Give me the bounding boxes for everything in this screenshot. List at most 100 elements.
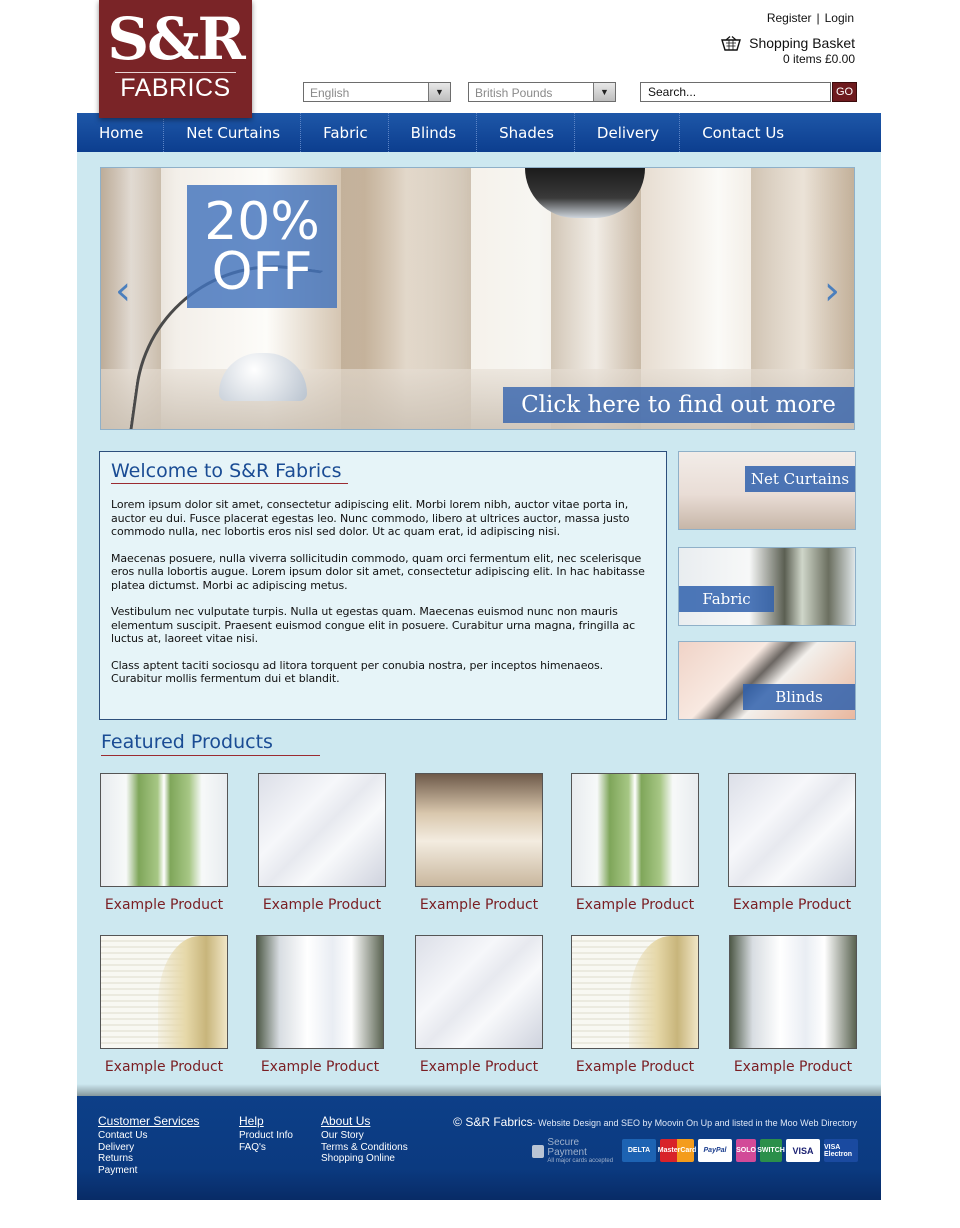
basket-label: Shopping Basket [749, 35, 855, 51]
footer-link[interactable]: FAQ's [239, 1142, 293, 1154]
welcome-paragraph: Maecenas posuere, nulla viverra sollicit… [111, 551, 645, 592]
search-go-button[interactable]: GO [832, 82, 857, 102]
hero-banner[interactable]: 20% OFF ‹ › Click here to find out more [100, 167, 855, 430]
account-links: Register | Login [767, 11, 854, 25]
product-image[interactable] [729, 935, 857, 1049]
product-image[interactable] [415, 773, 543, 887]
product-card[interactable]: Example Product [94, 935, 234, 1075]
footer-link[interactable]: Delivery [98, 1142, 199, 1154]
category-label: Blinds [743, 684, 855, 710]
product-image[interactable] [571, 773, 699, 887]
footer-link[interactable]: Contact Us [98, 1130, 199, 1142]
product-image[interactable] [258, 773, 386, 887]
visa-electron-icon: VISA Electron [824, 1139, 858, 1162]
nav-net-curtains[interactable]: Net Curtains [164, 113, 302, 152]
product-name[interactable]: Example Product [409, 897, 549, 913]
footer-link[interactable]: Our Story [321, 1130, 408, 1142]
currency-value: British Pounds [475, 86, 553, 100]
language-select[interactable]: English ▼ [303, 82, 451, 102]
product-image[interactable] [100, 935, 228, 1049]
footer-link[interactable]: Terms & Conditions [321, 1142, 408, 1154]
language-value: English [310, 86, 350, 100]
product-name[interactable]: Example Product [409, 1059, 549, 1075]
footer-link[interactable]: Payment [98, 1165, 199, 1177]
nav-contact-us[interactable]: Contact Us [680, 113, 804, 152]
search-input[interactable] [640, 82, 831, 102]
solo-card-icon: SOLO [736, 1139, 756, 1162]
welcome-title: Welcome to S&R Fabrics [111, 460, 348, 484]
category-fabric[interactable]: Fabric [678, 547, 856, 626]
nav-shades[interactable]: Shades [477, 113, 575, 152]
chevron-down-icon[interactable]: ▼ [593, 83, 615, 101]
product-card[interactable]: Example Product [250, 935, 390, 1075]
currency-select[interactable]: British Pounds ▼ [468, 82, 616, 102]
product-card[interactable]: Example Product [409, 773, 549, 913]
copyright: © S&R Fabrics- Website Design and SEO by… [453, 1115, 857, 1129]
payment-cards: DELTA MasterCard PayPal SOLO SWITCH VISA… [622, 1139, 858, 1162]
category-label: Net Curtains [745, 466, 855, 492]
footer-heading[interactable]: Customer Services [98, 1114, 199, 1128]
category-blinds[interactable]: Blinds [678, 641, 856, 720]
shopping-basket[interactable]: Shopping Basket 0 items £0.00 [721, 35, 855, 66]
footer-help: Help Product Info FAQ's [239, 1114, 293, 1153]
product-image[interactable] [728, 773, 856, 887]
footer-link[interactable]: Returns [98, 1153, 199, 1165]
nav-blinds[interactable]: Blinds [389, 113, 478, 152]
main-nav: Home Net Curtains Fabric Blinds Shades D… [77, 113, 881, 152]
promo-off: OFF [211, 242, 313, 302]
promo-badge: 20% OFF [187, 185, 337, 308]
product-name[interactable]: Example Product [565, 1059, 705, 1075]
product-card[interactable]: Example Product [409, 935, 549, 1075]
product-image[interactable] [256, 935, 384, 1049]
nav-home[interactable]: Home [77, 113, 165, 152]
credit-text[interactable]: - Website Design and SEO by Moovin On Up… [533, 1118, 857, 1128]
nav-fabric[interactable]: Fabric [301, 113, 389, 152]
product-name[interactable]: Example Product [250, 1059, 390, 1075]
delta-card-icon: DELTA [622, 1139, 656, 1162]
welcome-paragraph: Vestibulum nec vulputate turpis. Nulla u… [111, 605, 636, 645]
visa-card-icon: VISA [786, 1139, 820, 1162]
product-card[interactable]: Example Product [565, 935, 705, 1075]
product-name[interactable]: Example Product [252, 897, 392, 913]
product-name[interactable]: Example Product [94, 1059, 234, 1075]
product-name[interactable]: Example Product [723, 1059, 863, 1075]
footer-heading[interactable]: Help [239, 1114, 293, 1128]
site-header: S&R FABRICS Register | Login Shopping Bask… [0, 0, 960, 118]
login-link[interactable]: Login [825, 11, 854, 25]
main-content: Home Net Curtains Fabric Blinds Shades D… [77, 113, 881, 1096]
product-name[interactable]: Example Product [722, 897, 862, 913]
chevron-left-icon[interactable]: ‹ [107, 271, 139, 311]
site-footer: Customer Services Contact Us Delivery Re… [77, 1084, 881, 1200]
register-link[interactable]: Register [767, 11, 812, 25]
site-logo[interactable]: S&R FABRICS [99, 0, 252, 118]
product-name[interactable]: Example Product [565, 897, 705, 913]
chevron-down-icon[interactable]: ▼ [428, 83, 450, 101]
product-card[interactable]: Example Product [565, 773, 705, 913]
chevron-right-icon[interactable]: › [816, 271, 848, 311]
nav-delivery[interactable]: Delivery [575, 113, 681, 152]
welcome-paragraph: Lorem ipsum dolor sit amet, consectetur … [111, 498, 630, 538]
secure-payment: Secure Payment All major cards accepted [532, 1137, 618, 1164]
secure-title: Secure Payment [547, 1136, 587, 1158]
promo-percent: 20% [204, 192, 320, 252]
product-image[interactable] [571, 935, 699, 1049]
paypal-icon: PayPal [698, 1139, 732, 1162]
banner-cta[interactable]: Click here to find out more [503, 387, 854, 423]
footer-customer-services: Customer Services Contact Us Delivery Re… [98, 1114, 199, 1176]
product-image[interactable] [415, 935, 543, 1049]
product-card[interactable]: Example Product [722, 773, 862, 913]
footer-link[interactable]: Product Info [239, 1130, 293, 1142]
footer-link[interactable]: Shopping Online [321, 1153, 408, 1165]
product-card[interactable]: Example Product [94, 773, 234, 913]
featured-title: Featured Products [101, 731, 320, 756]
logo-monogram: S&R [107, 5, 245, 73]
product-card[interactable]: Example Product [252, 773, 392, 913]
welcome-paragraph: Class aptent taciti sociosqu ad litora t… [111, 658, 604, 686]
footer-heading[interactable]: About Us [321, 1114, 408, 1128]
product-image[interactable] [100, 773, 228, 887]
basket-icon [721, 35, 742, 51]
product-card[interactable]: Example Product [723, 935, 863, 1075]
category-net-curtains[interactable]: Net Curtains [678, 451, 856, 530]
footer-about: About Us Our Story Terms & Conditions Sh… [321, 1114, 408, 1165]
product-name[interactable]: Example Product [94, 897, 234, 913]
